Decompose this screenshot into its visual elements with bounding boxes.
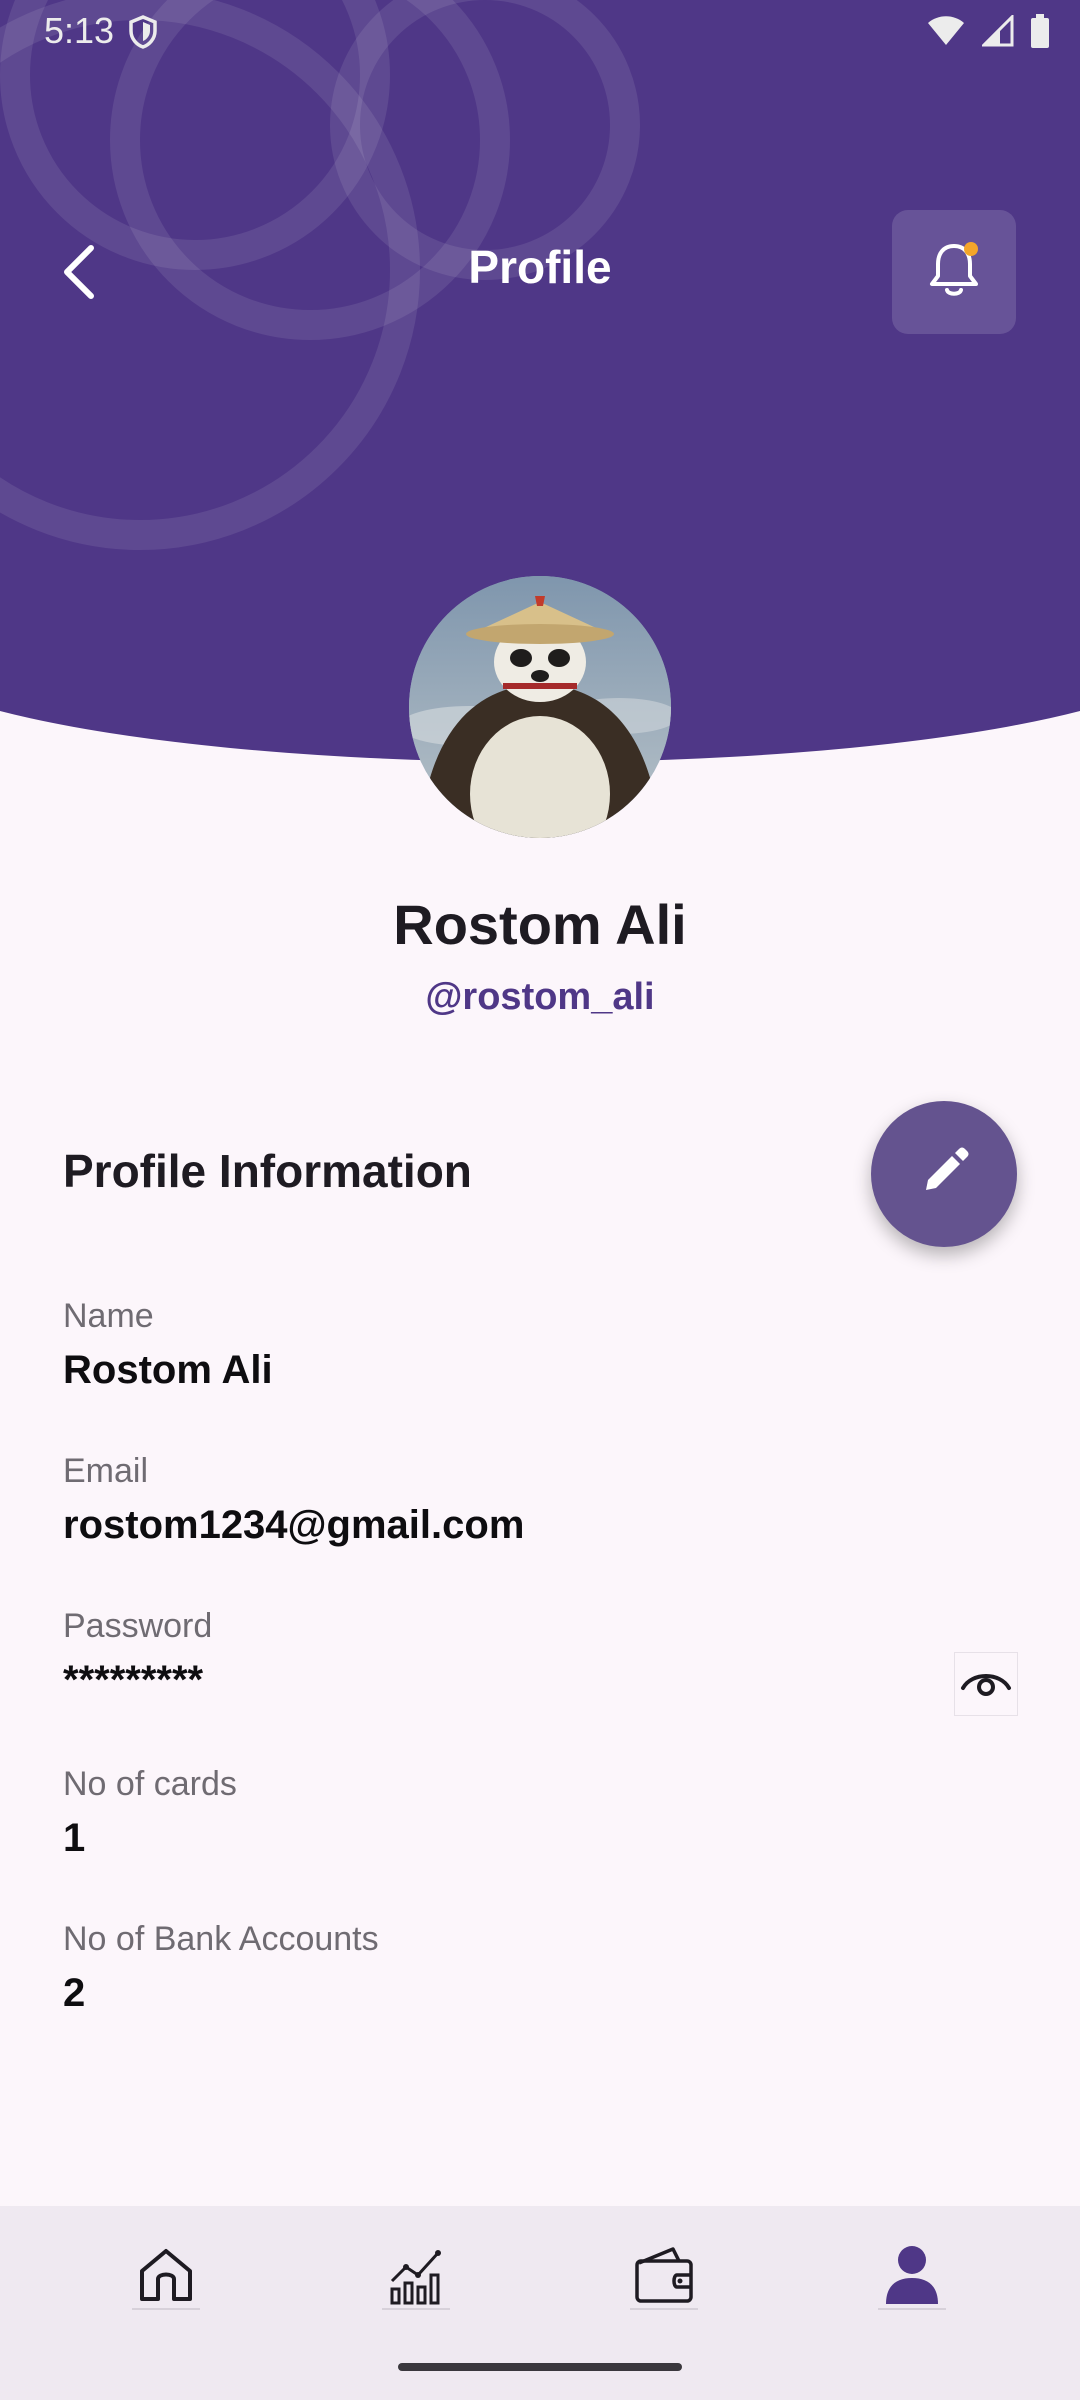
person-icon xyxy=(882,2244,942,2311)
name-label: Name xyxy=(63,1297,154,1335)
wallet-icon xyxy=(633,2245,695,2310)
status-bar: 5:13 xyxy=(0,0,1080,64)
wifi-icon xyxy=(926,15,966,52)
pencil-icon xyxy=(918,1146,970,1203)
bank-accounts-label: No of Bank Accounts xyxy=(63,1920,379,1958)
chart-icon xyxy=(386,2245,446,2310)
status-time: 5:13 xyxy=(44,10,115,51)
cards-count-value: 1 xyxy=(63,1816,86,1860)
nav-wallet[interactable] xyxy=(630,2244,698,2310)
bank-accounts-value: 2 xyxy=(63,1971,86,2015)
password-visibility-toggle[interactable] xyxy=(954,1652,1018,1716)
edit-profile-button[interactable] xyxy=(871,1101,1017,1247)
status-icons xyxy=(926,13,1050,53)
password-value: ********* xyxy=(63,1658,204,1702)
nav-home[interactable] xyxy=(132,2244,200,2310)
nav-statistics[interactable] xyxy=(382,2244,450,2310)
notification-button[interactable] xyxy=(892,210,1016,334)
email-label: Email xyxy=(63,1452,149,1490)
name-value: Rostom Ali xyxy=(63,1348,273,1392)
email-value: rostom1234@gmail.com xyxy=(63,1503,525,1547)
user-handle: @rostom_ali xyxy=(425,976,655,1018)
avatar xyxy=(409,576,671,838)
home-icon xyxy=(136,2245,196,2310)
nav-profile[interactable] xyxy=(878,2244,946,2310)
notification-dot xyxy=(964,242,978,256)
battery-icon xyxy=(1030,14,1050,53)
section-title: Profile Information xyxy=(63,1145,472,1197)
user-name: Rostom Ali xyxy=(393,893,687,956)
eye-icon xyxy=(960,1666,1012,1703)
cards-count-label: No of cards xyxy=(63,1765,237,1803)
signal-icon xyxy=(980,13,1014,52)
gesture-bar xyxy=(398,2363,682,2371)
shield-icon xyxy=(128,14,158,55)
password-label: Password xyxy=(63,1607,213,1645)
profile-screen: 5:13 Profile Rostom Ali @rostom_ali Prof… xyxy=(0,0,1080,2400)
